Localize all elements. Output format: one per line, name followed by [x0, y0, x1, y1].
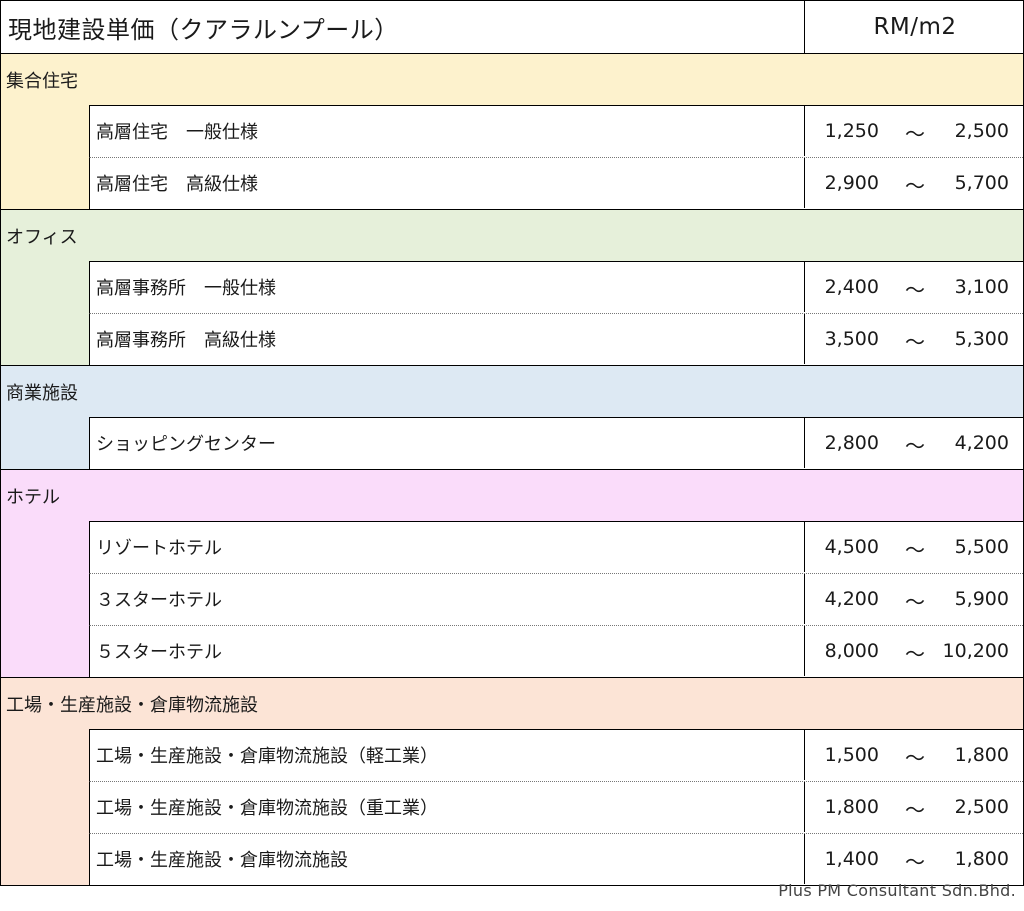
building-type: 高層住宅 高級仕様 — [96, 174, 258, 195]
price-low: 3,500 — [824, 328, 879, 350]
table-row: ５スターホテル 8,000 ～ 10,200 — [89, 625, 1023, 677]
table-row: 工場・生産施設・倉庫物流施設 1,400 ～ 1,800 — [89, 833, 1023, 885]
price-low: 1,800 — [824, 796, 879, 818]
price-high: 3,100 — [954, 276, 1009, 298]
price-range: 4,500 ～ 5,500 — [804, 522, 1024, 572]
table-row: リゾートホテル 4,500 ～ 5,500 — [89, 521, 1023, 573]
price-low: 1,250 — [824, 120, 879, 142]
price-high: 2,500 — [954, 120, 1009, 142]
unit-header: RM/m2 — [804, 1, 1024, 53]
category-name: 商業施設 — [6, 382, 78, 404]
price-low: 2,800 — [824, 432, 879, 454]
category-name: オフィス — [6, 226, 78, 248]
price-high: 5,700 — [954, 172, 1009, 194]
building-type: ３スターホテル — [96, 590, 222, 611]
range-tilde: ～ — [905, 122, 925, 146]
price-low: 4,500 — [824, 536, 879, 558]
price-high: 5,900 — [954, 588, 1009, 610]
table-title: 現地建設単価（クアラルンプール） — [8, 16, 399, 44]
price-high: 1,800 — [954, 744, 1009, 766]
building-type: リゾートホテル — [96, 538, 222, 559]
category-section: オフィス高層事務所 一般仕様 2,400 ～ 3,100 高層事務所 高級仕様 3,500… — [0, 210, 1024, 366]
price-table: 現地建設単価（クアラルンプール） RM/m2 集合住宅高層住宅 一般仕様 1,25… — [0, 0, 1024, 886]
price-range: 2,900 ～ 5,700 — [804, 158, 1024, 208]
price-range: 2,800 ～ 4,200 — [804, 418, 1024, 468]
table-header: 現地建設単価（クアラルンプール） RM/m2 — [0, 0, 1024, 54]
range-tilde: ～ — [905, 538, 925, 562]
building-type: 工場・生産施設・倉庫物流施設（軽工業） — [96, 746, 438, 767]
range-tilde: ～ — [905, 850, 925, 874]
building-type: 高層事務所 高級仕様 — [96, 330, 276, 351]
range-tilde: ～ — [905, 174, 925, 198]
price-high: 10,200 — [942, 640, 1009, 662]
price-high: 5,500 — [954, 536, 1009, 558]
company-credit: Plus PM Consultant Sdn.Bhd. — [778, 881, 1016, 900]
price-low: 1,500 — [824, 744, 879, 766]
building-type: 高層住宅 一般仕様 — [96, 122, 258, 143]
category-section: 集合住宅高層住宅 一般仕様 1,250 ～ 2,500 高層住宅 高級仕様 2,900 ～ 5… — [0, 54, 1024, 210]
range-tilde: ～ — [905, 330, 925, 354]
category-list: 集合住宅高層住宅 一般仕様 1,250 ～ 2,500 高層住宅 高級仕様 2,900 ～ 5… — [0, 54, 1024, 886]
building-type: 工場・生産施設・倉庫物流施設 — [96, 850, 348, 871]
table-row: 高層住宅 高級仕様 2,900 ～ 5,700 — [89, 157, 1023, 209]
category-section: 工場・生産施設・倉庫物流施設 工場・生産施設・倉庫物流施設（軽工業） 1,500 ～ 1… — [0, 678, 1024, 886]
table-row: 工場・生産施設・倉庫物流施設（重工業） 1,800 ～ 2,500 — [89, 781, 1023, 833]
price-range: 3,500 ～ 5,300 — [804, 314, 1024, 364]
price-low: 2,900 — [824, 172, 879, 194]
table-row: 高層住宅 一般仕様 1,250 ～ 2,500 — [89, 105, 1023, 157]
building-type: ショッピングセンター — [96, 434, 276, 455]
range-tilde: ～ — [905, 278, 925, 302]
price-high: 4,200 — [954, 432, 1009, 454]
category-section: 商業施設ショッピングセンター 2,800 ～ 4,200 — [0, 366, 1024, 470]
category-name: 工場・生産施設・倉庫物流施設 — [6, 694, 258, 716]
price-range: 4,200 ～ 5,900 — [804, 574, 1024, 624]
price-low: 4,200 — [824, 588, 879, 610]
range-tilde: ～ — [905, 434, 925, 458]
price-range: 2,400 ～ 3,100 — [804, 262, 1024, 312]
price-low: 8,000 — [824, 640, 879, 662]
building-type: ５スターホテル — [96, 642, 222, 663]
price-low: 1,400 — [824, 848, 879, 870]
category-name: ホテル — [6, 486, 60, 508]
range-tilde: ～ — [905, 642, 925, 666]
building-type: 高層事務所 一般仕様 — [96, 278, 276, 299]
table-row: 高層事務所 高級仕様 3,500 ～ 5,300 — [89, 313, 1023, 365]
table-row: ショッピングセンター 2,800 ～ 4,200 — [89, 417, 1023, 469]
table-row: ３スターホテル 4,200 ～ 5,900 — [89, 573, 1023, 625]
price-range: 1,500 ～ 1,800 — [804, 730, 1024, 780]
category-name: 集合住宅 — [6, 70, 78, 92]
price-range: 1,800 ～ 2,500 — [804, 782, 1024, 832]
price-range: 1,400 ～ 1,800 — [804, 834, 1024, 884]
table-row: 工場・生産施設・倉庫物流施設（軽工業） 1,500 ～ 1,800 — [89, 729, 1023, 781]
price-low: 2,400 — [824, 276, 879, 298]
range-tilde: ～ — [905, 746, 925, 770]
price-range: 8,000 ～ 10,200 — [804, 626, 1024, 676]
table-row: 高層事務所 一般仕様 2,400 ～ 3,100 — [89, 261, 1023, 313]
price-range: 1,250 ～ 2,500 — [804, 106, 1024, 156]
range-tilde: ～ — [905, 798, 925, 822]
price-high: 1,800 — [954, 848, 1009, 870]
price-high: 5,300 — [954, 328, 1009, 350]
price-high: 2,500 — [954, 796, 1009, 818]
range-tilde: ～ — [905, 590, 925, 614]
category-section: ホテルリゾートホテル 4,500 ～ 5,500 ３スターホテル 4,200 ～ 5,900 ５… — [0, 470, 1024, 678]
building-type: 工場・生産施設・倉庫物流施設（重工業） — [96, 798, 438, 819]
